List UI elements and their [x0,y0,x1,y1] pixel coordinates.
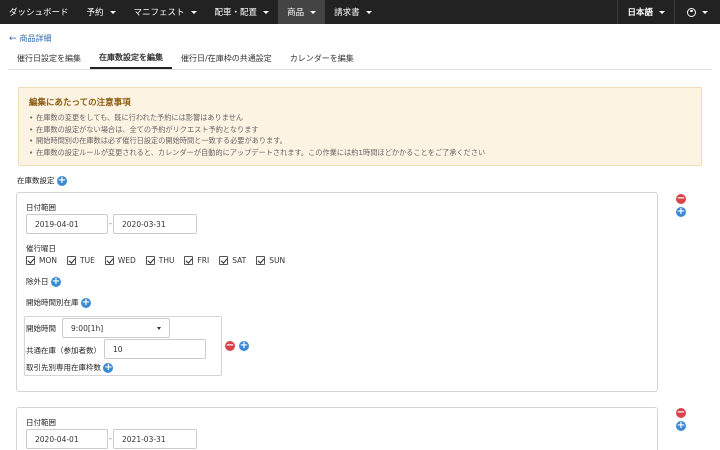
nav-invoices[interactable]: 請求書 [325,0,381,24]
tab-common-settings[interactable]: 催行日/在庫枠の共通設定 [172,48,281,69]
exclusion-dates-label: 除外日 [26,277,49,286]
language-selector[interactable]: 日本語 [618,0,674,24]
nav-dashboard[interactable]: ダッシュボード [0,0,78,24]
nav-manifest[interactable]: マニフェスト [125,0,206,24]
caret-down-icon [190,10,197,14]
nav-dispatch[interactable]: 配車・配置 [206,0,279,24]
weekday-sun[interactable]: SUN [256,256,285,265]
nav-label: 商品 [287,8,305,18]
add-exclusion-date-icon[interactable]: + [50,277,61,287]
notice-title: 編集にあたっての注意事項 [29,98,131,108]
time-inventory-label: 開始時間別在庫 [26,298,79,307]
start-time-value: 9:00[1h] [71,323,104,333]
caret-down-icon [310,10,317,14]
user-circle-icon [687,7,696,17]
checkbox-checked-icon[interactable] [104,256,114,265]
end-date-input[interactable]: 2020-03-31 [113,214,197,234]
weekday-fri[interactable]: FRI [184,256,209,265]
weekday-mon[interactable]: MON [26,256,57,265]
notice-item: 在庫数の設定がない場合は、全ての予約がリクエスト予約となります [29,124,691,136]
caret-down-icon [702,10,708,14]
nav-label: マニフェスト [133,8,185,18]
checkbox-checked-icon[interactable] [219,256,229,265]
weekday-sat[interactable]: SAT [219,256,246,265]
checkbox-checked-icon[interactable] [256,256,266,265]
tab-calendar[interactable]: カレンダーを編集 [281,48,363,69]
notice-item: 在庫数の設定ルールが変更されると、カレンダーが自動的にアップデートされます。この… [29,147,691,159]
add-time-inventory-icon[interactable]: + [80,298,91,308]
nav-label: ダッシュボード [9,8,69,18]
weekday-label: TUE [80,256,95,265]
date-range-label: 日付範囲 [26,203,56,212]
user-menu[interactable] [675,0,720,24]
remove-time-inventory-icon[interactable]: − [225,341,235,351]
weekdays-label: 催行曜日 [26,244,56,253]
exclusion-dates-row: 除外日 + [26,276,61,287]
caret-down-icon [109,10,116,14]
back-link[interactable]: ← 商品詳細 [9,33,52,44]
date-range-separator: - [109,219,112,228]
weekday-thu[interactable]: THU [145,256,175,265]
tab-inventory-settings[interactable]: 在庫数設定を編集 [90,48,172,69]
weekday-checkboxes: MON TUE WED THU FRI SAT SUN [26,256,285,265]
notice-item: 在庫数の変更をしても、既に行われた予約には影響はありません [29,112,691,124]
time-inventory-row: 開始時間別在庫 + [26,297,91,308]
notice-list: 在庫数の変更をしても、既に行われた予約には影響はありません 在庫数の設定がない場… [29,112,691,158]
partner-inventory-row: 取引先別専用在庫枠数 + [26,362,114,373]
shared-inventory-label: 共通在庫（参加者数） [26,346,101,355]
nav-reservations[interactable]: 予約 [78,0,125,24]
edit-tabs: 催行日設定を編集 在庫数設定を編集 催行日/在庫枠の共通設定 カレンダーを編集 [8,48,712,70]
nav-products[interactable]: 商品 [278,0,326,24]
arrow-left-icon: ← [9,33,17,44]
tab-schedule-settings[interactable]: 催行日設定を編集 [8,48,90,69]
add-time-inventory-row-icon[interactable]: + [239,341,249,351]
caret-down-icon [157,327,161,330]
weekday-wed[interactable]: WED [104,256,136,265]
start-time-label: 開始時間 [26,324,56,333]
nav-label: 配車・配置 [214,8,258,18]
remove-inventory-block-icon[interactable]: − [676,408,686,418]
date-range-label: 日付範囲 [26,418,56,427]
back-link-label: 商品詳細 [19,34,52,43]
weekday-label: SUN [269,256,286,265]
remove-inventory-block-icon[interactable]: − [676,194,686,204]
add-inventory-block-icon[interactable]: + [676,207,686,217]
weekday-label: FRI [197,256,210,265]
add-inventory-block-icon[interactable]: + [676,421,686,431]
start-date-input[interactable]: 2020-04-01 [26,429,108,449]
caret-down-icon [659,10,665,14]
editing-notice: 編集にあたっての注意事項 在庫数の変更をしても、既に行われた予約には影響はありま… [18,87,702,166]
start-date-input[interactable]: 2019-04-01 [26,214,108,234]
inventory-section-label: 在庫数設定 [17,176,55,185]
weekday-label: THU [158,256,175,265]
top-navbar: ダッシュボード 予約 マニフェスト 配車・配置 商品 請求書 日本語 [0,0,720,24]
inventory-section-heading: 在庫数設定 + [17,175,67,186]
caret-down-icon [263,10,270,14]
notice-item: 開始時間別の在庫数は必ず催行日設定の開始時間と一致する必要があります。 [29,135,691,147]
weekday-label: SAT [232,256,247,265]
checkbox-checked-icon[interactable] [26,256,35,265]
end-date-input[interactable]: 2021-03-31 [113,429,197,449]
nav-label: 予約 [86,8,104,18]
nav-label: 請求書 [334,8,360,18]
checkbox-checked-icon[interactable] [67,256,76,265]
add-inventory-icon[interactable]: + [56,176,67,186]
weekday-label: MON [39,256,57,265]
start-time-select[interactable]: 9:00[1h] [62,318,170,338]
add-partner-inventory-icon[interactable]: + [103,363,114,373]
weekday-label: WED [117,256,136,265]
date-range-separator: - [109,434,112,443]
caret-down-icon [365,10,372,14]
checkbox-checked-icon[interactable] [145,256,155,265]
checkbox-checked-icon[interactable] [184,256,194,265]
partner-inventory-label: 取引先別専用在庫枠数 [26,363,101,372]
language-label: 日本語 [627,8,653,18]
shared-inventory-input[interactable]: 10 [104,339,206,359]
weekday-tue[interactable]: TUE [67,256,95,265]
